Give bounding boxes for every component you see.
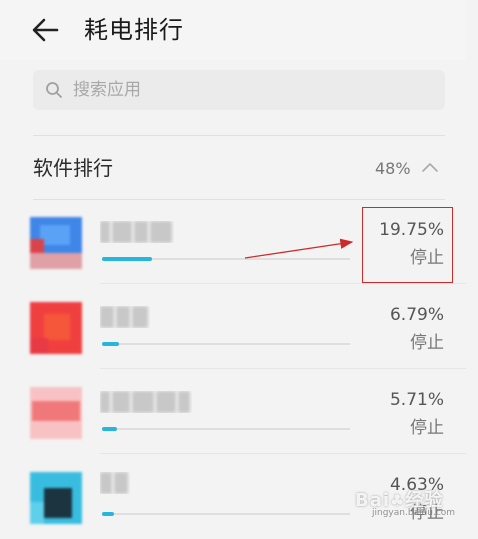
usage-bar-fill: [102, 427, 117, 431]
app-row[interactable]: 6.79% 停止: [0, 284, 466, 369]
app-usage-percent: 6.79%: [389, 305, 444, 325]
app-icon: [30, 472, 82, 524]
search-icon: [46, 82, 62, 98]
usage-bar-fill: [102, 512, 115, 516]
annotation-highlight-box: [362, 207, 453, 283]
section-title: 软件排行: [33, 156, 113, 180]
search-input[interactable]: [73, 70, 433, 110]
search-bar[interactable]: [33, 70, 445, 110]
app-header: 耗电排行: [0, 0, 466, 60]
page-title: 耗电排行: [84, 16, 184, 44]
usage-bar-fill: [102, 257, 152, 261]
divider: [33, 135, 445, 136]
watermark-url: jingyan.baidu.com: [372, 508, 456, 518]
back-arrow-icon[interactable]: [30, 16, 60, 44]
app-icon: [30, 387, 82, 439]
app-name-redacted: [100, 472, 130, 494]
app-icon: [30, 302, 82, 354]
app-icon: [30, 217, 82, 269]
chevron-up-icon[interactable]: [421, 160, 439, 174]
usage-bar-fill: [102, 342, 120, 346]
app-usage-percent: 5.71%: [389, 390, 444, 410]
app-row[interactable]: 5.71% 停止: [0, 369, 466, 454]
usage-bar: [102, 342, 350, 346]
usage-bar: [102, 512, 350, 516]
app-name-redacted: [100, 306, 150, 328]
app-name-redacted: [100, 221, 174, 243]
section-total-percent: 48%: [375, 159, 411, 178]
stop-button[interactable]: 停止: [410, 417, 444, 439]
stop-button[interactable]: 停止: [410, 332, 444, 354]
usage-bar: [102, 427, 350, 431]
usage-bar: [102, 257, 350, 261]
app-name-redacted: [100, 391, 192, 413]
